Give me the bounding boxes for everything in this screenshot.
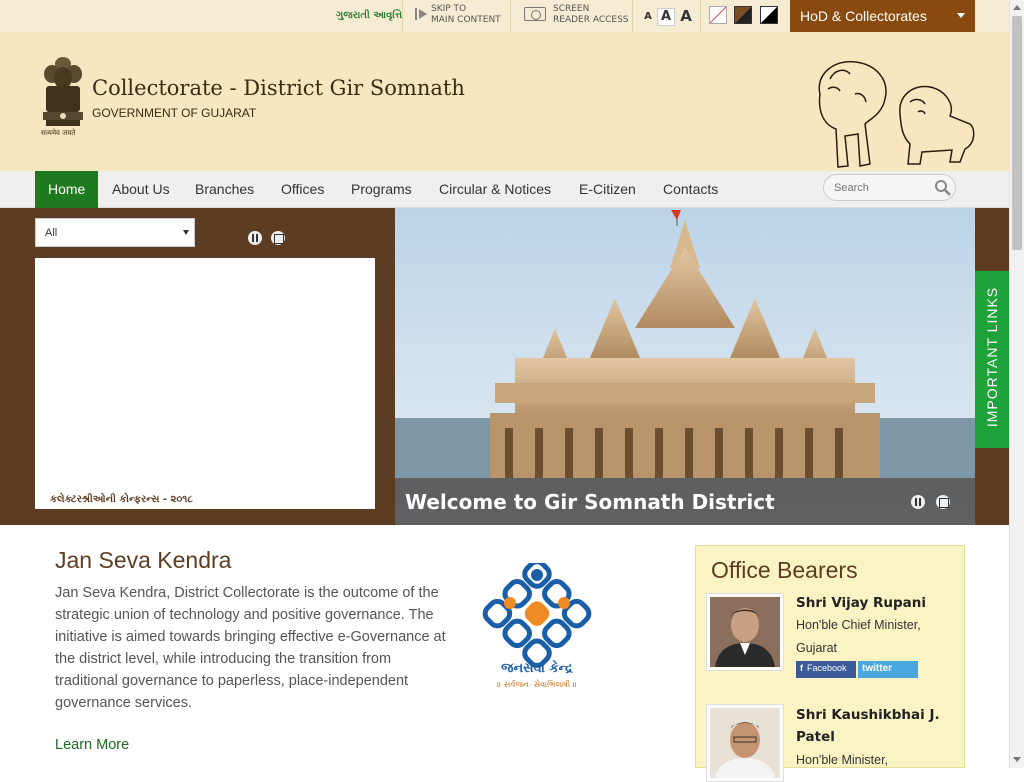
- site-title: Collectorate - District Gir Somnath: [92, 76, 465, 100]
- contrast-high-icon[interactable]: [760, 6, 778, 24]
- hero-stop-button[interactable]: [936, 495, 950, 509]
- learn-more-link[interactable]: Learn More: [55, 737, 129, 753]
- chevron-down-icon: [957, 13, 965, 18]
- emblem-motto: सत्यमेव जयते: [41, 129, 76, 137]
- screen-reader-access-link[interactable]: SCREEN READER ACCESS: [553, 4, 629, 26]
- font-normal-button[interactable]: A: [657, 8, 675, 26]
- news-filter-select[interactable]: All: [35, 218, 195, 247]
- site-header: सत्यमेव जयते Collectorate - District Gir…: [0, 32, 1009, 171]
- nav-about-us[interactable]: About Us: [112, 171, 170, 208]
- gujarati-version-link[interactable]: ગુજરાતી આવૃત્તિ: [336, 10, 402, 21]
- avatar: [706, 593, 784, 671]
- office-bearer-name[interactable]: Shri Kaushikbhai J. Patel: [796, 704, 956, 748]
- site-subtitle: GOVERNMENT OF GUJARAT: [92, 106, 257, 120]
- contrast-brown-icon[interactable]: [734, 6, 752, 24]
- gir-lions-illustration: [818, 60, 975, 168]
- state-emblem-logo[interactable]: [38, 54, 88, 140]
- news-pause-button[interactable]: [248, 231, 262, 245]
- office-bearers-title: Office Bearers: [711, 557, 858, 583]
- nav-home[interactable]: Home: [35, 171, 99, 208]
- hod-collectorates-dropdown[interactable]: HoD & Collectorates: [790, 0, 975, 32]
- hero-caption: Welcome to Gir Somnath District: [405, 490, 775, 514]
- avatar: [706, 704, 784, 782]
- scrollbar-thumb[interactable]: [1012, 16, 1022, 250]
- facebook-button[interactable]: f Facebook: [796, 661, 856, 678]
- skip-to-main-content-link[interactable]: SKIP TO MAIN CONTENT: [431, 4, 501, 26]
- screen-reader-icon: [524, 7, 546, 21]
- top-utility-bar: ગુજરાતી આવૃત્તિ SKIP TO MAIN CONTENT SCR…: [0, 0, 1009, 32]
- dropdown-arrow-icon: [183, 230, 189, 235]
- divider: [700, 0, 701, 32]
- hero-pause-button[interactable]: [911, 495, 925, 509]
- nav-e-citizen[interactable]: E-Citizen: [579, 171, 636, 208]
- office-bearer-role: Hon'ble Chief Minister, Gujarat: [796, 618, 921, 655]
- scroll-up-arrow-icon[interactable]: [1013, 5, 1021, 10]
- font-decrease-button[interactable]: A: [639, 11, 657, 29]
- jan-seva-description: Jan Seva Kendra, District Collectorate i…: [55, 585, 446, 711]
- jan-seva-logo-text: જનસેવા કેન્દ્ર: [501, 661, 573, 676]
- jan-seva-logo: જનસેવા કેન્દ્ર ॥ સર્વજનઃ સેવાભિલાષી ॥: [472, 559, 602, 698]
- scroll-down-arrow-icon[interactable]: [1013, 757, 1021, 762]
- nav-circular-notices[interactable]: Circular & Notices: [439, 171, 551, 208]
- search-icon[interactable]: [934, 179, 952, 197]
- office-bearers-panel: Office Bearers Shri Vijay Rupani Hon'ble…: [695, 545, 965, 782]
- hero-slideshow: Welcome to Gir Somnath District: [395, 208, 975, 525]
- jan-seva-title: Jan Seva Kendra: [55, 547, 232, 573]
- font-increase-button[interactable]: A: [677, 7, 695, 25]
- jan-seva-logo-graphic: [482, 559, 592, 668]
- nav-branches[interactable]: Branches: [195, 171, 254, 208]
- twitter-button[interactable]: twitter: [858, 661, 918, 678]
- divider: [402, 0, 403, 32]
- jan-seva-logo-tagline: ॥ સર્વજનઃ સેવાભિલાષી ॥: [497, 680, 577, 689]
- news-ticker-item[interactable]: કલેક્ટરશ્રીઓની કોન્ફરન્સ - ૨૦૧૮: [50, 494, 193, 505]
- office-bearer-name[interactable]: Shri Vijay Rupani: [796, 592, 956, 614]
- page-scrollbar[interactable]: [1009, 0, 1024, 768]
- person-photo-icon: [710, 597, 780, 667]
- news-stop-button[interactable]: [271, 231, 285, 245]
- search-input[interactable]: [832, 180, 927, 196]
- nav-offices[interactable]: Offices: [281, 171, 324, 208]
- nav-contacts[interactable]: Contacts: [663, 171, 718, 208]
- hero-caption-bar: Welcome to Gir Somnath District: [395, 478, 975, 525]
- nav-programs[interactable]: Programs: [351, 171, 412, 208]
- contrast-default-icon[interactable]: [709, 6, 727, 24]
- skip-icon: [415, 8, 427, 20]
- office-bearer-role: Hon'ble Minister,: [796, 753, 889, 767]
- divider: [510, 0, 511, 32]
- news-ticker-panel: કલેક્ટરશ્રીઓની કોન્ફરન્સ - ૨૦૧૮: [35, 258, 375, 509]
- divider: [632, 0, 633, 32]
- important-links-tab[interactable]: IMPORTANT LINKS: [975, 271, 1009, 448]
